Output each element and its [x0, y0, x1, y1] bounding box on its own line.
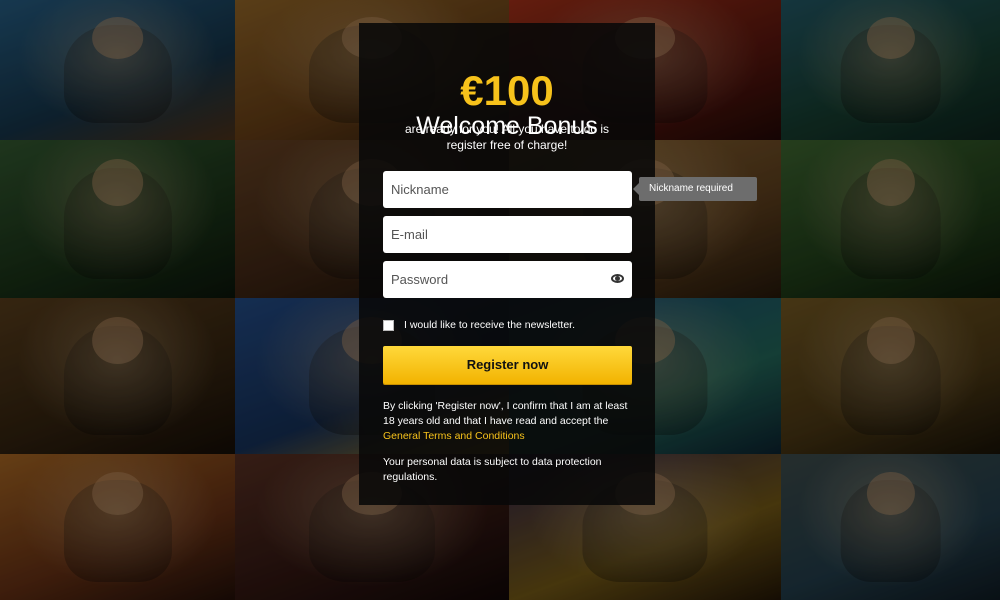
newsletter-checkbox[interactable] [383, 319, 394, 331]
eye-icon[interactable] [611, 274, 624, 283]
bonus-amount: €100 [460, 67, 554, 114]
terms-link[interactable]: General Terms and Conditions [383, 430, 525, 442]
register-button[interactable]: Register now [383, 346, 632, 384]
privacy-notice: Your personal data is subject to data pr… [383, 456, 602, 483]
registration-panel: €100 Welcome Bonus are ready for you! Al… [359, 23, 655, 505]
legal-text: By clicking 'Register now', I confirm th… [383, 400, 628, 427]
email-field[interactable] [383, 216, 632, 253]
password-input[interactable] [383, 261, 632, 298]
nickname-error-tooltip: Nickname required [633, 177, 757, 201]
newsletter-option[interactable]: I would like to receive the newsletter. [383, 319, 575, 331]
bonus-subtitle: are ready for you! All you have to do is… [404, 122, 610, 152]
email-input[interactable] [383, 216, 632, 253]
nickname-input[interactable] [383, 171, 632, 208]
newsletter-label: I would like to receive the newsletter. [404, 319, 576, 331]
nickname-field[interactable] [383, 171, 632, 208]
password-field[interactable] [383, 261, 632, 298]
legal-notice: By clicking 'Register now', I confirm th… [383, 399, 633, 444]
